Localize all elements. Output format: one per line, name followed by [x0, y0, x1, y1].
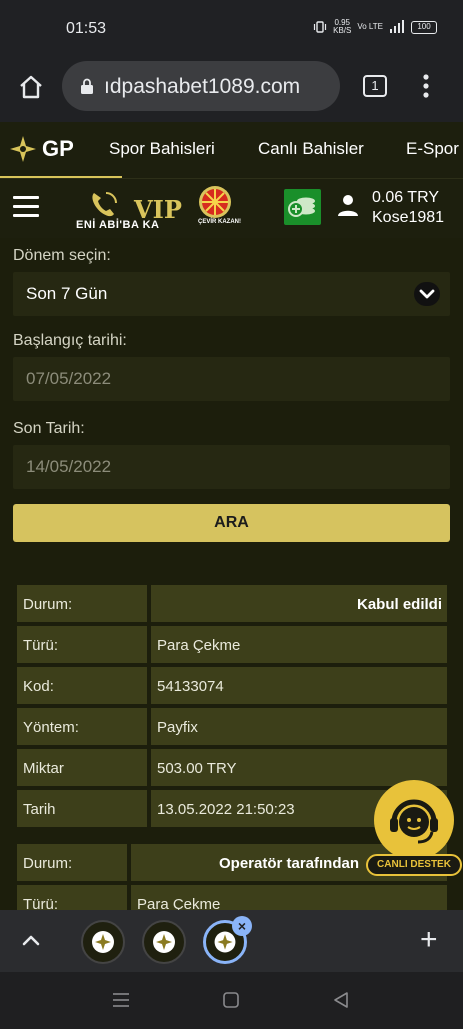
close-tab-icon[interactable]: × [232, 916, 252, 936]
nav-canli-bahisler[interactable]: Canlı Bahisler [258, 139, 364, 159]
headset-icon [374, 780, 454, 860]
start-date-label: Başlangıç tarihi: [13, 332, 127, 349]
system-navigation-bar [0, 972, 463, 1029]
account-balance[interactable]: 0.06 TRY Kose1981 [372, 188, 444, 228]
user-icon[interactable] [336, 193, 360, 217]
promo-text: ENİ ABİ'BA KA [76, 219, 160, 231]
table-row: Durum: Kabul edildi [14, 584, 450, 623]
row-key: Yöntem: [23, 719, 79, 736]
network-speed: 0.95 KB/S [333, 18, 352, 35]
deposit-icon[interactable] [284, 189, 321, 225]
balance-amount: 0.06 TRY [372, 189, 440, 206]
start-date-field[interactable]: 07/05/2022 [13, 357, 450, 401]
search-button[interactable]: ARA [13, 504, 450, 542]
site-logo[interactable]: GP [8, 134, 74, 164]
tab-thumbnail[interactable] [142, 920, 186, 964]
address-bar[interactable]: ıdpashabet1089.com [62, 61, 340, 111]
hamburger-menu-icon[interactable] [13, 196, 39, 218]
status-value: Kabul edildi [356, 596, 442, 613]
chevron-up-icon[interactable] [20, 930, 42, 950]
network-type: Vo LTE [357, 22, 383, 31]
promo-banner[interactable]: VIP ENİ ABİ'BA KA ÇEVİR KAZAN! [74, 183, 244, 233]
nav-e-spor[interactable]: E-Spor [406, 139, 459, 159]
tab-strip: × + [0, 910, 463, 972]
back-icon[interactable] [333, 992, 349, 1008]
support-label: CANLI DESTEK [366, 854, 462, 876]
recents-icon[interactable] [112, 992, 130, 1008]
row-key: Kod: [23, 678, 54, 695]
username: Kose1981 [372, 209, 445, 226]
wheel-icon [199, 186, 231, 218]
home-icon[interactable] [16, 72, 46, 102]
live-support-button[interactable]: CANLI DESTEK [366, 780, 462, 880]
row-key: Durum: [23, 855, 73, 872]
more-options-icon[interactable] [418, 72, 434, 100]
signal-icon [390, 20, 404, 33]
phone-icon [92, 192, 117, 217]
row-key: Türü: [23, 637, 59, 654]
promo-cevir-kazan: ÇEVİR KAZAN! [198, 219, 241, 225]
row-value: 13.05.2022 21:50:23 [157, 801, 295, 818]
chevron-down-icon [414, 282, 440, 306]
vibrate-icon [314, 21, 327, 33]
browser-toolbar: ıdpashabet1089.com 1 [0, 58, 463, 122]
row-key: Tarih [23, 801, 56, 818]
nav-spor-bahisleri[interactable]: Spor Bahisleri [109, 139, 215, 159]
end-date-label: Son Tarih: [13, 420, 85, 437]
status-icons: 0.95 KB/S Vo LTE 100 [313, 19, 437, 35]
table-row: Yöntem: Payfix [14, 707, 450, 746]
battery-icon: 100 [411, 20, 437, 34]
row-key: Durum: [23, 596, 73, 613]
account-bar: VIP ENİ ABİ'BA KA ÇEVİR KAZAN! 0.06 TRY … [0, 178, 463, 238]
status-time: 01:53 [66, 20, 107, 37]
new-tab-icon[interactable]: + [420, 925, 438, 955]
star-logo-icon [10, 136, 36, 162]
site-navigation: GP Spor Bahisleri Canlı Bahisler E-Spor [0, 122, 463, 178]
tab-thumbnail[interactable] [81, 920, 125, 964]
home-button-icon[interactable] [223, 992, 239, 1008]
row-value: 54133074 [157, 678, 224, 695]
table-row: Kod: 54133074 [14, 666, 450, 705]
row-value: Payfix [157, 719, 198, 736]
lock-icon[interactable] [80, 78, 94, 95]
period-label: Dönem seçin: [13, 247, 111, 264]
tab-switcher-button[interactable]: 1 [363, 75, 387, 97]
status-bar: 01:53 0.95 KB/S Vo LTE 100 [0, 0, 463, 58]
end-date-field[interactable]: 14/05/2022 [13, 445, 450, 489]
row-key: Miktar [23, 760, 64, 777]
table-row: Türü: Para Çekme [14, 625, 450, 664]
period-select[interactable]: Son 7 Gün [13, 272, 450, 316]
row-value: 503.00 TRY [157, 760, 237, 777]
row-value: Para Çekme [157, 637, 241, 654]
url-text[interactable]: ıdpashabet1089.com [104, 75, 300, 99]
